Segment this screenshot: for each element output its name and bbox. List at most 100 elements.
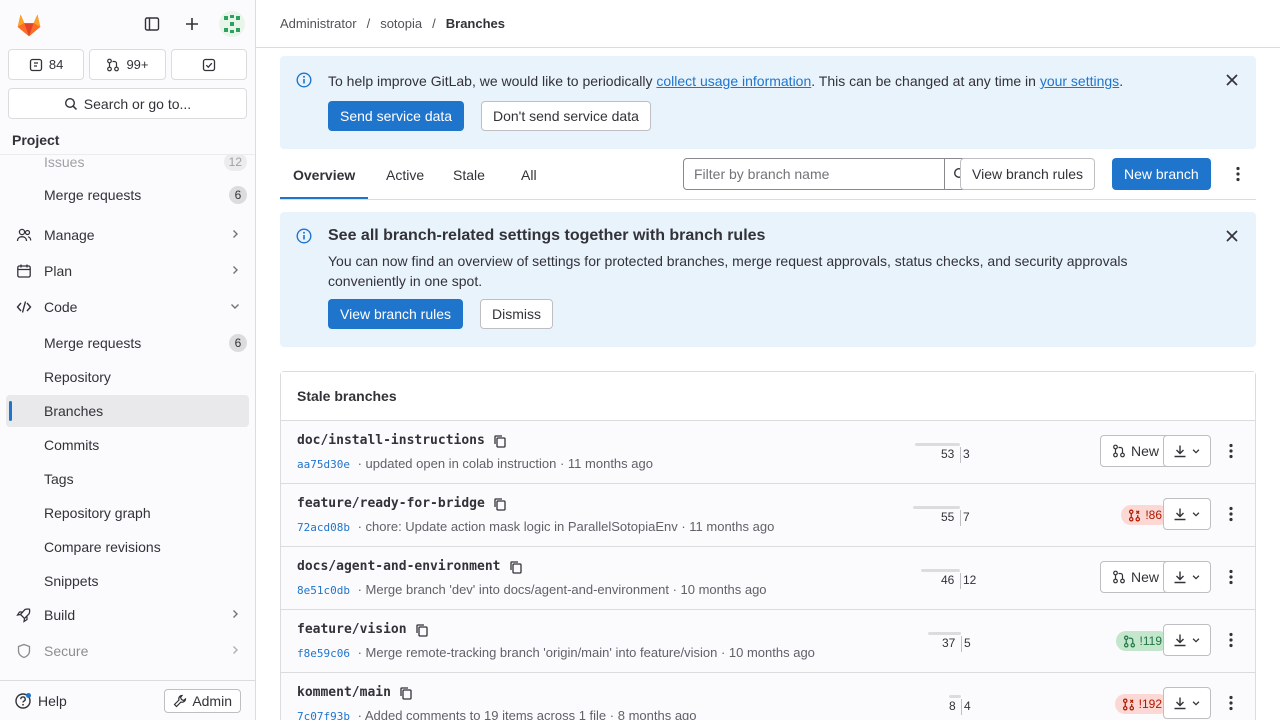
commit-sha[interactable]: f8e59c06	[297, 647, 350, 660]
merge-request-badge-open[interactable]: !119	[1115, 631, 1169, 651]
branch-name[interactable]: feature/ready-for-bridge	[297, 496, 507, 511]
copy-icon[interactable]	[399, 686, 413, 700]
new-label: New	[1130, 569, 1159, 585]
send-service-data-button[interactable]: Send service data	[328, 101, 465, 131]
close-icon[interactable]	[1226, 74, 1238, 86]
branch-row: feature/vision f8e59c06 · Merge remote-t…	[281, 610, 1255, 673]
download-dropdown[interactable]	[1163, 435, 1211, 467]
sidebar-item-label: Compare revisions	[44, 539, 161, 555]
branch-name[interactable]: feature/vision	[297, 622, 429, 637]
download-dropdown[interactable]	[1163, 561, 1211, 593]
tab-overview[interactable]: Overview	[280, 150, 368, 199]
branch-rules-alert-body: You can now find an overview of settings…	[328, 253, 1128, 289]
stale-branches-card: Stale branches doc/install-instructions …	[280, 371, 1256, 720]
tab-stale[interactable]: Stale	[440, 150, 498, 199]
sidebar-item-snippets[interactable]: Snippets	[6, 565, 249, 597]
sidebar-item-tags[interactable]: Tags	[6, 463, 249, 495]
view-branch-rules-button[interactable]: View branch rules	[960, 158, 1096, 190]
dont-send-service-data-button[interactable]: Don't send service data	[481, 101, 651, 131]
merge-request-badge-closed[interactable]: !86	[1121, 505, 1169, 525]
merge-request-badge-closed[interactable]: !192	[1114, 694, 1169, 714]
avatar[interactable]	[219, 11, 245, 37]
branch-name[interactable]: docs/agent-and-environment	[297, 559, 523, 574]
download-dropdown[interactable]	[1163, 498, 1211, 530]
sidebar-item-issues[interactable]: Issues 12	[6, 155, 249, 178]
sidebar-item-commits[interactable]: Commits	[6, 429, 249, 461]
commit-sha[interactable]: 7c07f93b	[297, 710, 350, 720]
branch-name-text[interactable]: komment/main	[297, 685, 391, 700]
new-merge-request-button[interactable]: New	[1099, 435, 1171, 467]
commit-message[interactable]: Merge branch 'dev' into docs/agent-and-e…	[366, 582, 669, 597]
commit-message[interactable]: chore: Update action mask logic in Paral…	[366, 519, 678, 534]
breadcrumb-item[interactable]: Administrator	[280, 16, 357, 31]
commit-sha[interactable]: aa75d30e	[297, 458, 350, 471]
commit-message[interactable]: Merge remote-tracking branch 'origin/mai…	[366, 645, 718, 660]
sidebar-item-code[interactable]: Code	[6, 291, 249, 323]
search-button[interactable]: Search or go to...	[8, 88, 247, 119]
plus-icon[interactable]	[179, 11, 205, 37]
commit-sha[interactable]: 72acd08b	[297, 521, 350, 534]
ahead-count: 7	[963, 510, 970, 524]
branch-name-text[interactable]: feature/vision	[297, 622, 407, 637]
behind-count: 37	[942, 636, 956, 650]
admin-button[interactable]: Admin	[164, 688, 241, 713]
download-dropdown[interactable]	[1163, 624, 1211, 656]
close-icon[interactable]	[1226, 230, 1238, 242]
copy-icon[interactable]	[415, 623, 429, 637]
sidebar-item-build[interactable]: Build	[6, 599, 249, 631]
branch-filter-input[interactable]: Filter by branch name	[683, 158, 945, 190]
sidebar-item-secure[interactable]: Secure	[6, 635, 249, 667]
more-actions-icon[interactable]	[1230, 166, 1246, 182]
more-actions-icon[interactable]	[1221, 502, 1241, 526]
sidebar-item-branches[interactable]: Branches	[6, 395, 249, 427]
sidebar-item-repository[interactable]: Repository	[6, 361, 249, 393]
branch-name-text[interactable]: feature/ready-for-bridge	[297, 496, 485, 511]
more-actions-icon[interactable]	[1221, 628, 1241, 652]
commit-message[interactable]: Added comments to 19 items across 1 file	[365, 708, 606, 720]
sidebar-item-compare-revisions[interactable]: Compare revisions	[6, 531, 249, 563]
sidebar-item-label: Code	[44, 299, 78, 315]
branch-row: doc/install-instructions aa75d30e · upda…	[281, 421, 1255, 484]
merge-request-icon	[107, 58, 120, 71]
commit-time: 11 months ago	[689, 519, 775, 534]
branch-name-text[interactable]: doc/install-instructions	[297, 433, 485, 448]
new-merge-request-button[interactable]: New	[1099, 561, 1171, 593]
sidebar-item-code-merge-requests[interactable]: Merge requests 6	[6, 327, 249, 359]
toggle-sidebar-icon[interactable]	[139, 11, 165, 37]
sidebar-item-plan[interactable]: Plan	[6, 255, 249, 287]
copy-icon[interactable]	[493, 434, 507, 448]
commit-message[interactable]: updated open in colab instruction	[366, 456, 557, 471]
new-branch-button[interactable]: New branch	[1112, 158, 1211, 190]
help-button[interactable]: Help	[14, 692, 67, 710]
commit-info: f8e59c06 · Merge remote-tracking branch …	[297, 645, 815, 660]
mr-count-button[interactable]: 99+	[89, 49, 166, 80]
behind-count: 55	[941, 510, 955, 524]
commit-sha[interactable]: 8e51c0db	[297, 584, 350, 597]
branch-name-text[interactable]: docs/agent-and-environment	[297, 559, 501, 574]
branch-name[interactable]: komment/main	[297, 685, 413, 700]
copy-icon[interactable]	[493, 497, 507, 511]
more-actions-icon[interactable]	[1221, 439, 1241, 463]
dismiss-button[interactable]: Dismiss	[480, 299, 553, 329]
download-icon	[1174, 508, 1186, 521]
sidebar-item-manage[interactable]: Manage	[6, 219, 249, 251]
breadcrumb-item[interactable]: sotopia	[380, 16, 422, 31]
tab-all[interactable]: All	[508, 150, 550, 199]
your-settings-link[interactable]: your settings	[1040, 73, 1119, 89]
issues-count-button[interactable]: 84	[8, 49, 85, 80]
more-actions-icon[interactable]	[1221, 691, 1241, 715]
view-branch-rules-alert-button[interactable]: View branch rules	[328, 299, 464, 329]
branch-name[interactable]: doc/install-instructions	[297, 433, 507, 448]
branch-tabs: Overview Active Stale All Filter by bran…	[280, 150, 1256, 200]
sidebar-item-repository-graph[interactable]: Repository graph	[6, 497, 249, 529]
shield-icon	[16, 643, 32, 659]
tab-active[interactable]: Active	[373, 150, 437, 199]
breadcrumb-current[interactable]: Branches	[446, 16, 505, 31]
download-dropdown[interactable]	[1163, 687, 1211, 719]
gitlab-logo-icon[interactable]	[14, 9, 44, 39]
todo-button[interactable]	[170, 49, 247, 80]
more-actions-icon[interactable]	[1221, 565, 1241, 589]
collect-usage-link[interactable]: collect usage information	[656, 73, 811, 89]
sidebar-item-merge-requests[interactable]: Merge requests 6	[6, 179, 249, 211]
copy-icon[interactable]	[509, 560, 523, 574]
